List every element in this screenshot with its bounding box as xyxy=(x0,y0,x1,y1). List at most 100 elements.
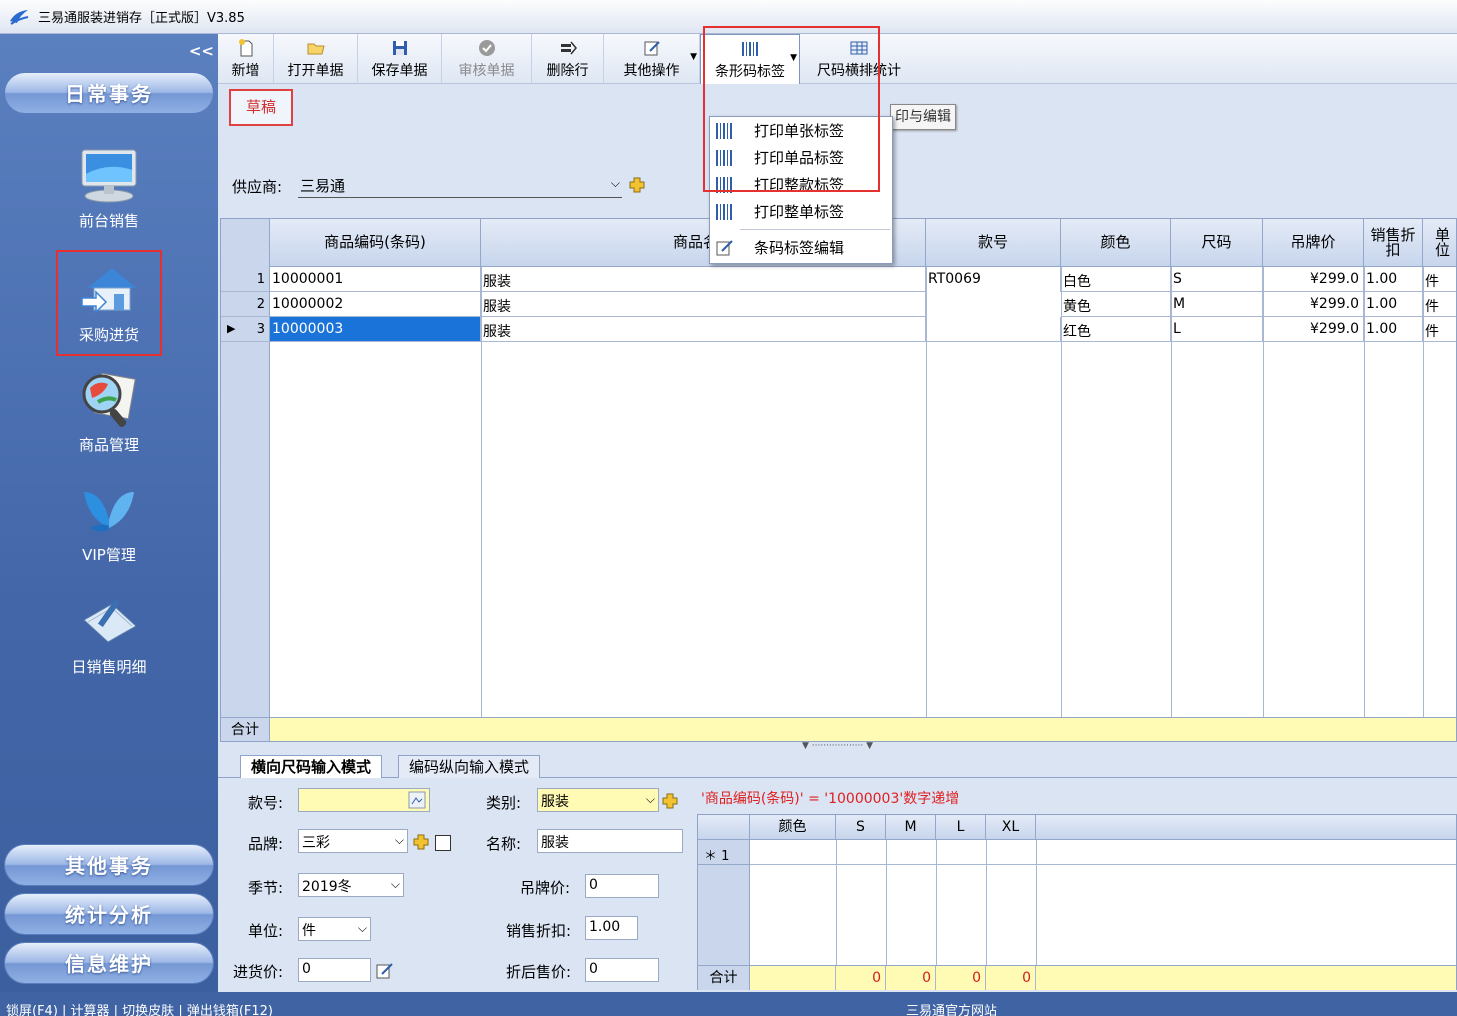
discount-input[interactable]: 1.00 xyxy=(585,916,638,940)
lookup-icon[interactable] xyxy=(408,791,426,809)
add-icon[interactable] xyxy=(629,177,645,193)
col-header-unit[interactable]: 单位 xyxy=(1423,219,1456,267)
cell-discount[interactable]: 1.00 xyxy=(1364,317,1423,342)
menu-print-style-label[interactable]: 打印整款标签 xyxy=(710,171,892,198)
delete-row-icon xyxy=(560,41,577,55)
audit-document-button[interactable]: 审核单据 xyxy=(442,34,532,84)
net-price-input[interactable]: 0 xyxy=(585,958,659,982)
chevron-down-icon: ▼ xyxy=(690,52,697,62)
cell-color[interactable]: 红色 xyxy=(1061,317,1171,342)
tab-vertical-code-input[interactable]: 编码纵向输入模式 xyxy=(398,755,541,778)
tag-price-input[interactable]: 0 xyxy=(585,874,659,898)
size-col-header-s[interactable]: S xyxy=(836,815,886,840)
menu-barcode-label-edit[interactable]: 条码标签编辑 xyxy=(710,234,892,261)
col-header-code[interactable]: 商品编码(条码) xyxy=(270,219,481,267)
size-input-grid: 颜色 S M L XL ＊ 1 合计 0 0 0 0 xyxy=(697,814,1457,990)
add-icon[interactable] xyxy=(662,793,678,809)
col-header-tag-price[interactable]: 吊牌价 xyxy=(1263,219,1364,267)
name-input[interactable]: 服装 xyxy=(537,829,683,853)
barcode-icon xyxy=(710,122,740,140)
barcode-label-button[interactable]: 条形码标签 ▼ xyxy=(700,34,800,84)
collapse-sidebar-button[interactable]: << xyxy=(189,42,214,60)
status-shortcuts[interactable]: 锁屏(F4) | 计算器 | 切换皮肤 | 弹出钱箱(F12) xyxy=(6,1000,273,1016)
cell-unit[interactable]: 件 xyxy=(1423,317,1456,342)
grid-line xyxy=(936,840,937,965)
brand-checkbox[interactable] xyxy=(435,835,451,851)
size-col-header-color[interactable]: 颜色 xyxy=(750,815,836,840)
cell-code[interactable]: 10000001 xyxy=(270,267,481,292)
size-col-header-m[interactable]: M xyxy=(886,815,936,840)
delete-row-button[interactable]: 删除行 xyxy=(532,34,604,84)
cell-size[interactable]: M xyxy=(1171,292,1263,317)
menu-print-single-label[interactable]: 打印单张标签 xyxy=(710,117,892,144)
other-operations-button[interactable]: 其他操作 ▼ xyxy=(604,34,700,84)
cell-unit[interactable]: 件 xyxy=(1423,267,1456,292)
official-site-link[interactable]: 三易通官方网站 xyxy=(906,1000,997,1016)
category-other-affairs[interactable]: 其他事务 xyxy=(4,844,214,886)
total-label: 合计 xyxy=(221,718,270,741)
grid-total-row: 合计 xyxy=(221,717,1456,741)
nav-product-management[interactable]: 商品管理 xyxy=(56,362,162,468)
add-icon[interactable] xyxy=(413,834,429,850)
splitter-handle[interactable]: ▼ ·················· ▼ xyxy=(218,742,1457,752)
col-header-size[interactable]: 尺码 xyxy=(1171,219,1263,267)
cell-name[interactable]: 服装 xyxy=(481,267,926,292)
size-new-row-marker[interactable]: ＊ 1 xyxy=(698,840,750,865)
cell-color[interactable]: 白色 xyxy=(1061,267,1171,292)
cell-tag-price[interactable]: ¥299.0 xyxy=(1263,317,1364,342)
new-button[interactable]: 新增 xyxy=(218,34,274,84)
col-header-color[interactable]: 颜色 xyxy=(1061,219,1171,267)
cell-tag-price[interactable]: ¥299.0 xyxy=(1263,292,1364,317)
cell-style[interactable]: RT0069 xyxy=(926,267,1061,292)
nav-label: 商品管理 xyxy=(78,436,139,454)
cell-size[interactable]: S xyxy=(1171,267,1263,292)
brand-select[interactable]: 三彩 ⌵ xyxy=(298,829,408,853)
save-document-button[interactable]: 保存单据 xyxy=(358,34,442,84)
menu-print-item-label[interactable]: 打印单品标签 xyxy=(710,144,892,171)
row-number[interactable]: 1 xyxy=(221,267,270,292)
cell-tag-price[interactable]: ¥299.0 xyxy=(1263,267,1364,292)
tooltip: 印与编辑 xyxy=(890,104,956,130)
nav-daily-sales-detail[interactable]: 日销售明细 xyxy=(56,584,162,690)
cell-code[interactable]: 10000002 xyxy=(270,292,481,317)
nav-front-sales[interactable]: 前台销售 xyxy=(56,138,162,244)
tab-horizontal-size-input[interactable]: 横向尺码输入模式 xyxy=(240,755,383,778)
size-col-header-l[interactable]: L xyxy=(936,815,986,840)
col-header-style[interactable]: 款号 xyxy=(926,219,1061,267)
cell-style[interactable] xyxy=(926,317,1061,342)
col-header-discount[interactable]: 销售折扣 xyxy=(1364,219,1423,267)
menu-print-order-label[interactable]: 打印整单标签 xyxy=(710,198,892,225)
size-col-header-xl[interactable]: XL xyxy=(986,815,1036,840)
cell-color[interactable]: 黄色 xyxy=(1061,292,1171,317)
edit-note-icon[interactable] xyxy=(376,962,394,980)
cell-name[interactable]: 服装 xyxy=(481,292,926,317)
category-daily-affairs[interactable]: 日常事务 xyxy=(4,72,214,114)
nav-label: 前台销售 xyxy=(78,212,139,230)
cell-code-selected[interactable]: 10000003 xyxy=(270,317,481,342)
row-number[interactable]: 2 xyxy=(221,292,270,317)
category-label: 类别: xyxy=(486,794,522,812)
category-select[interactable]: 服装 ⌵ xyxy=(537,788,659,812)
nav-purchase[interactable]: 采购进货 xyxy=(56,250,162,356)
chevron-down-icon: ⌵ xyxy=(357,921,367,935)
cost-price-input[interactable]: 0 xyxy=(298,958,371,982)
unit-select[interactable]: 件 ⌵ xyxy=(298,917,371,941)
cell-discount[interactable]: 1.00 xyxy=(1364,267,1423,292)
cell-unit[interactable]: 件 xyxy=(1423,292,1456,317)
cell-discount[interactable]: 1.00 xyxy=(1364,292,1423,317)
nav-vip-management[interactable]: VIP管理 xyxy=(56,472,162,578)
open-document-button[interactable]: 打开单据 xyxy=(274,34,358,84)
category-statistics[interactable]: 统计分析 xyxy=(4,893,214,935)
season-select[interactable]: 2019冬 ⌵ xyxy=(298,873,404,897)
notebook-pen-icon xyxy=(83,598,137,643)
increment-note: '商品编码(条码)' = '10000003'数字递增 xyxy=(701,791,960,807)
cell-name[interactable]: 服装 xyxy=(481,317,926,342)
style-input[interactable] xyxy=(298,788,430,812)
row-number[interactable]: ▶ 3 xyxy=(221,317,270,342)
size-header-filler xyxy=(1036,815,1456,840)
supplier-select[interactable]: 三易通 ⌵ xyxy=(298,172,622,198)
size-horizontal-stats-button[interactable]: 尺码横排统计 xyxy=(800,34,918,84)
category-info-maintenance[interactable]: 信息维护 xyxy=(4,942,214,984)
cell-size[interactable]: L xyxy=(1171,317,1263,342)
net-price-label: 折后售价: xyxy=(506,963,572,981)
